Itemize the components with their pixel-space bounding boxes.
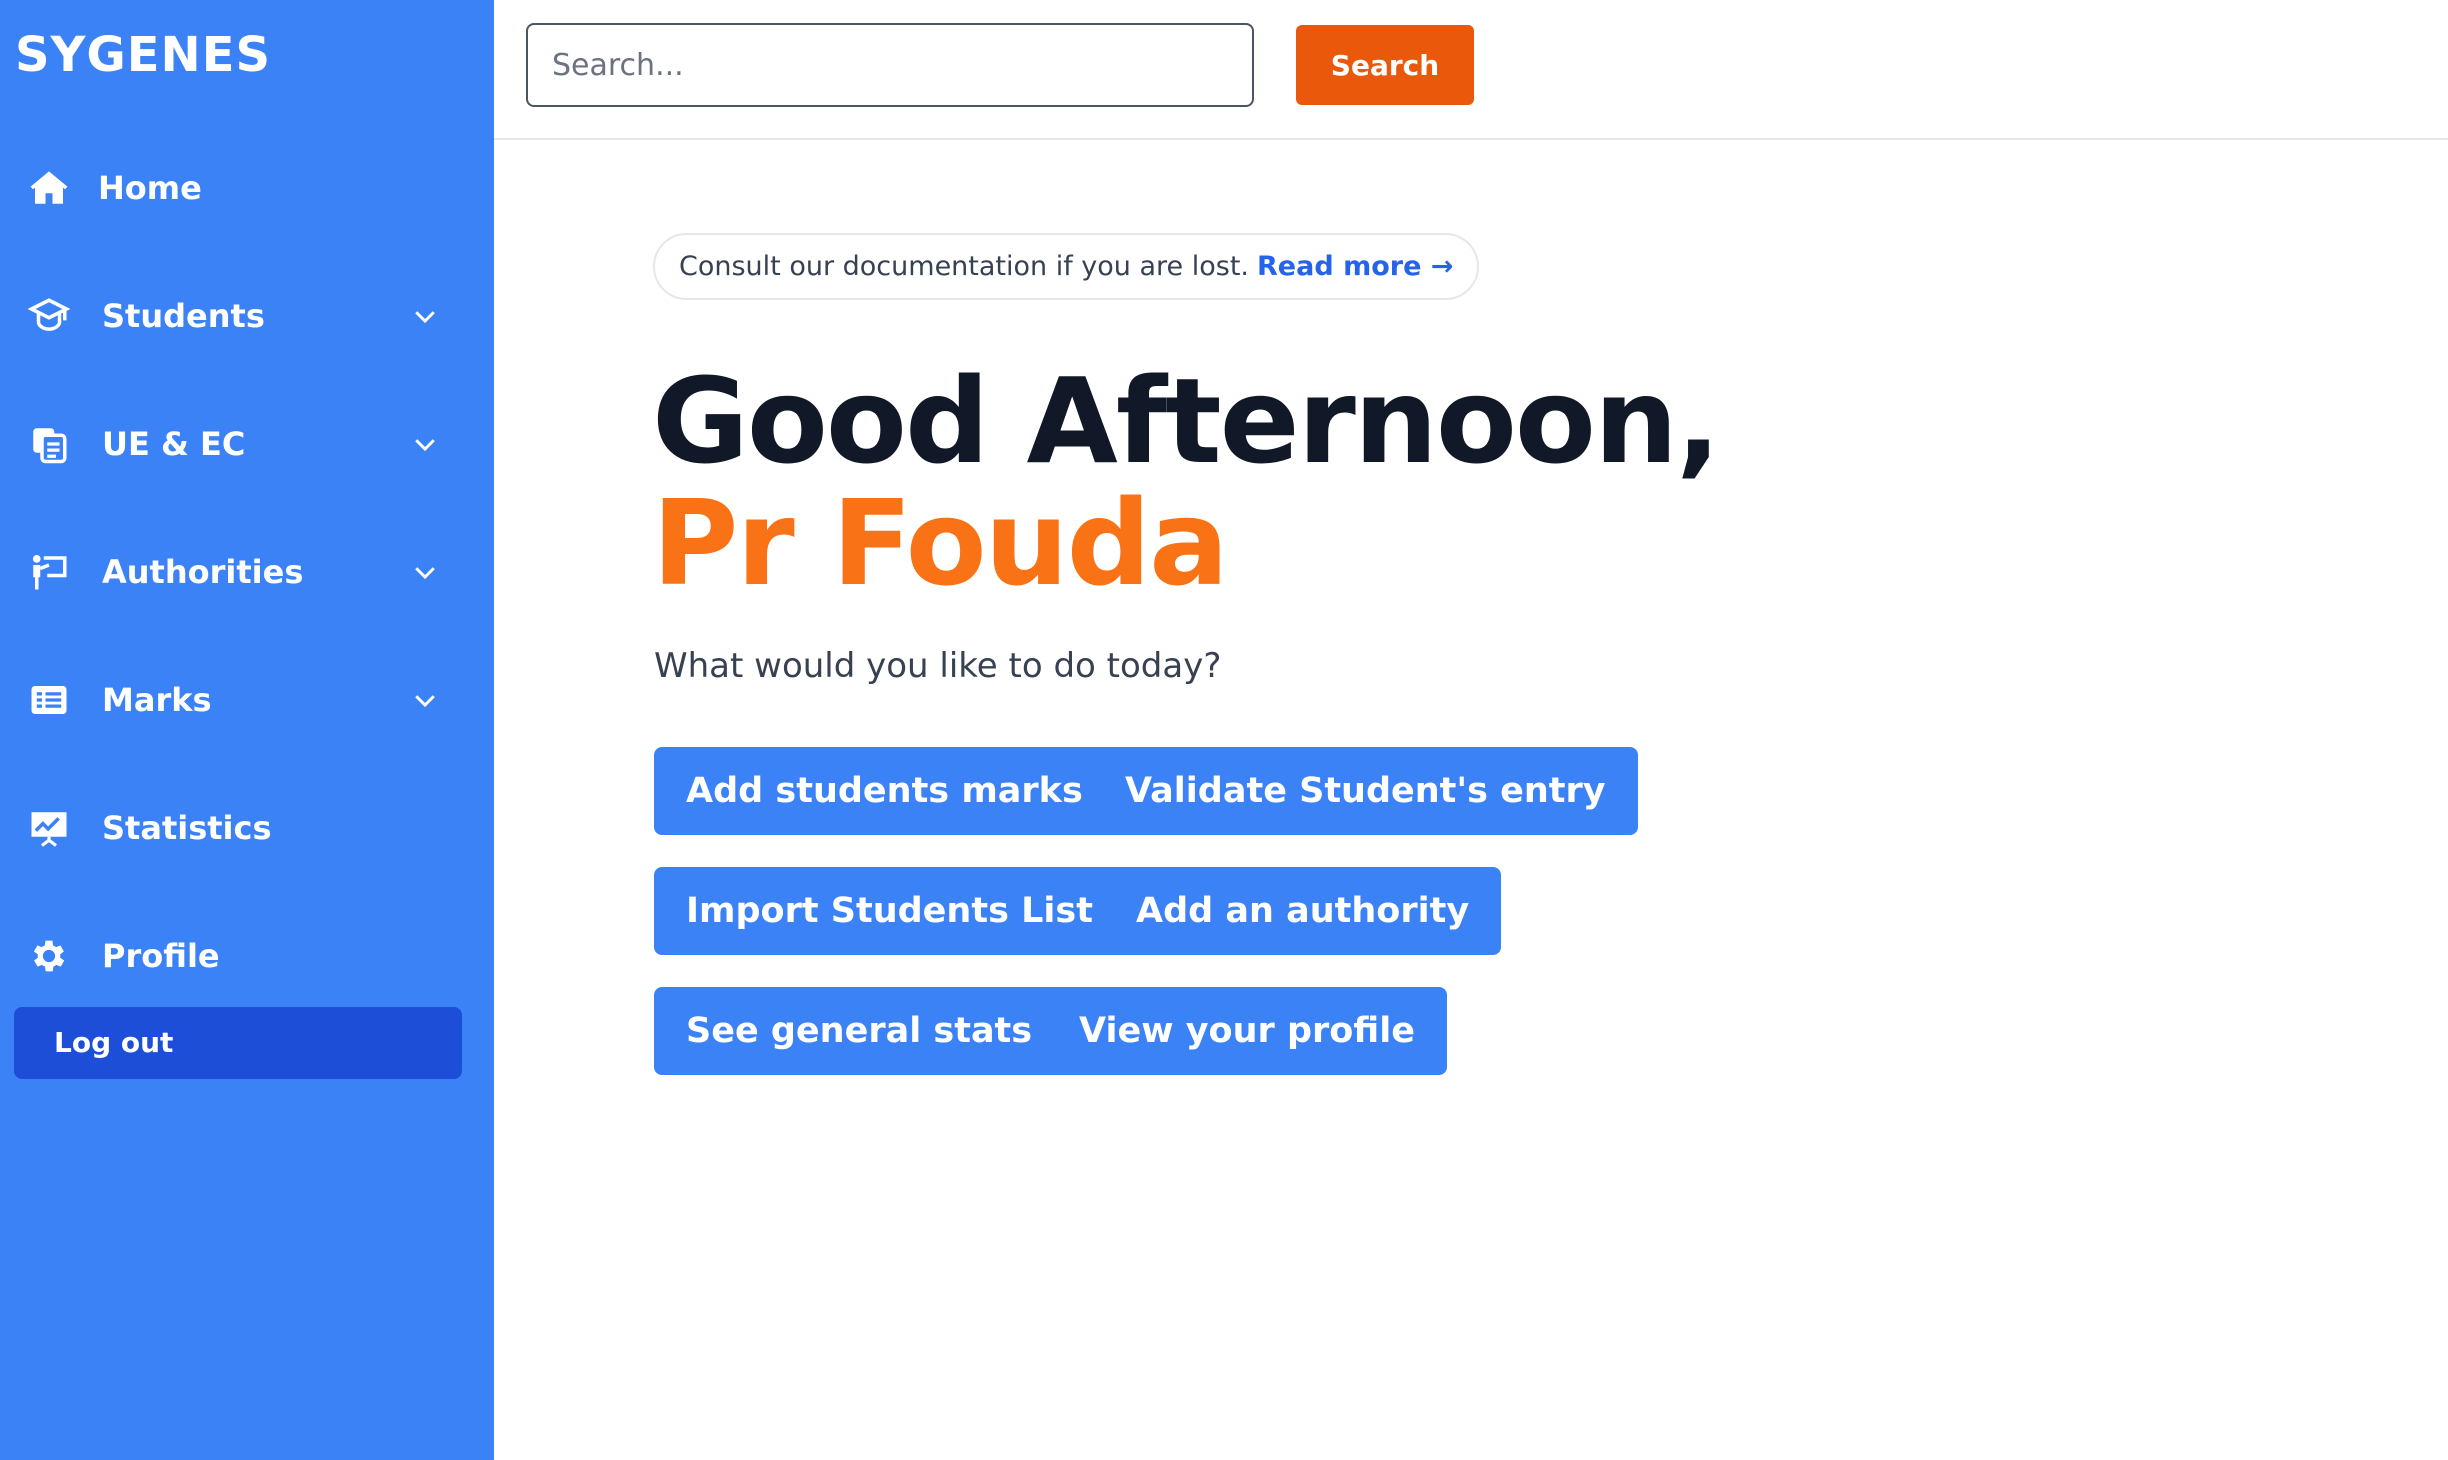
gear-icon xyxy=(28,935,70,977)
chevron-down-icon[interactable] xyxy=(410,557,440,587)
presenter-icon xyxy=(28,551,70,593)
sidebar-item-label: Students xyxy=(102,297,265,335)
graduation-cap-icon xyxy=(28,295,70,337)
logout-button[interactable]: Log out xyxy=(14,1007,462,1079)
sidebar-item-label: Home xyxy=(98,169,202,207)
sidebar-item-profile[interactable]: Profile xyxy=(0,916,494,996)
validate-student-entry-button[interactable]: Validate Student's entry xyxy=(1093,747,1638,835)
top-bar: Search xyxy=(494,0,2448,140)
sidebar-item-students[interactable]: Students xyxy=(0,276,494,356)
sidebar: SYGENES Home Students UE & EC Authoritie… xyxy=(0,0,494,1460)
sidebar-item-home[interactable]: Home xyxy=(0,148,494,228)
sidebar-item-label: Statistics xyxy=(102,809,272,847)
list-card-icon xyxy=(28,679,70,721)
add-authority-button[interactable]: Add an authority xyxy=(1104,867,1502,955)
search-input[interactable] xyxy=(526,23,1254,107)
prompt-text: What would you like to do today? xyxy=(654,646,1222,686)
sidebar-item-statistics[interactable]: Statistics xyxy=(0,788,494,868)
sidebar-item-label: Authorities xyxy=(102,553,304,591)
documentation-notice: Consult our documentation if you are los… xyxy=(653,233,1480,300)
user-name-heading: Pr Fouda xyxy=(652,474,1229,612)
search-button[interactable]: Search xyxy=(1296,25,1474,105)
chevron-down-icon[interactable] xyxy=(410,301,440,331)
add-students-marks-button[interactable]: Add students marks xyxy=(654,747,1115,835)
view-profile-button[interactable]: View your profile xyxy=(1047,987,1447,1075)
chevron-down-icon[interactable] xyxy=(410,685,440,715)
sidebar-item-label: Marks xyxy=(102,681,212,719)
home-icon xyxy=(28,167,70,209)
sidebar-item-label: UE & EC xyxy=(102,425,246,463)
sidebar-item-marks[interactable]: Marks xyxy=(0,660,494,740)
sidebar-item-label: Profile xyxy=(102,937,220,975)
see-general-stats-button[interactable]: See general stats xyxy=(654,987,1065,1075)
greeting-heading: Good Afternoon, xyxy=(652,352,1721,490)
read-more-link[interactable]: Read more → xyxy=(1257,251,1453,282)
chevron-down-icon[interactable] xyxy=(410,429,440,459)
documents-icon xyxy=(28,423,70,465)
import-students-list-button[interactable]: Import Students List xyxy=(654,867,1125,955)
sidebar-item-authorities[interactable]: Authorities xyxy=(0,532,494,612)
brand-logo[interactable]: SYGENES xyxy=(15,26,271,84)
documentation-notice-text: Consult our documentation if you are los… xyxy=(679,251,1250,282)
chart-board-icon xyxy=(28,807,70,849)
sidebar-item-ue-ec[interactable]: UE & EC xyxy=(0,404,494,484)
